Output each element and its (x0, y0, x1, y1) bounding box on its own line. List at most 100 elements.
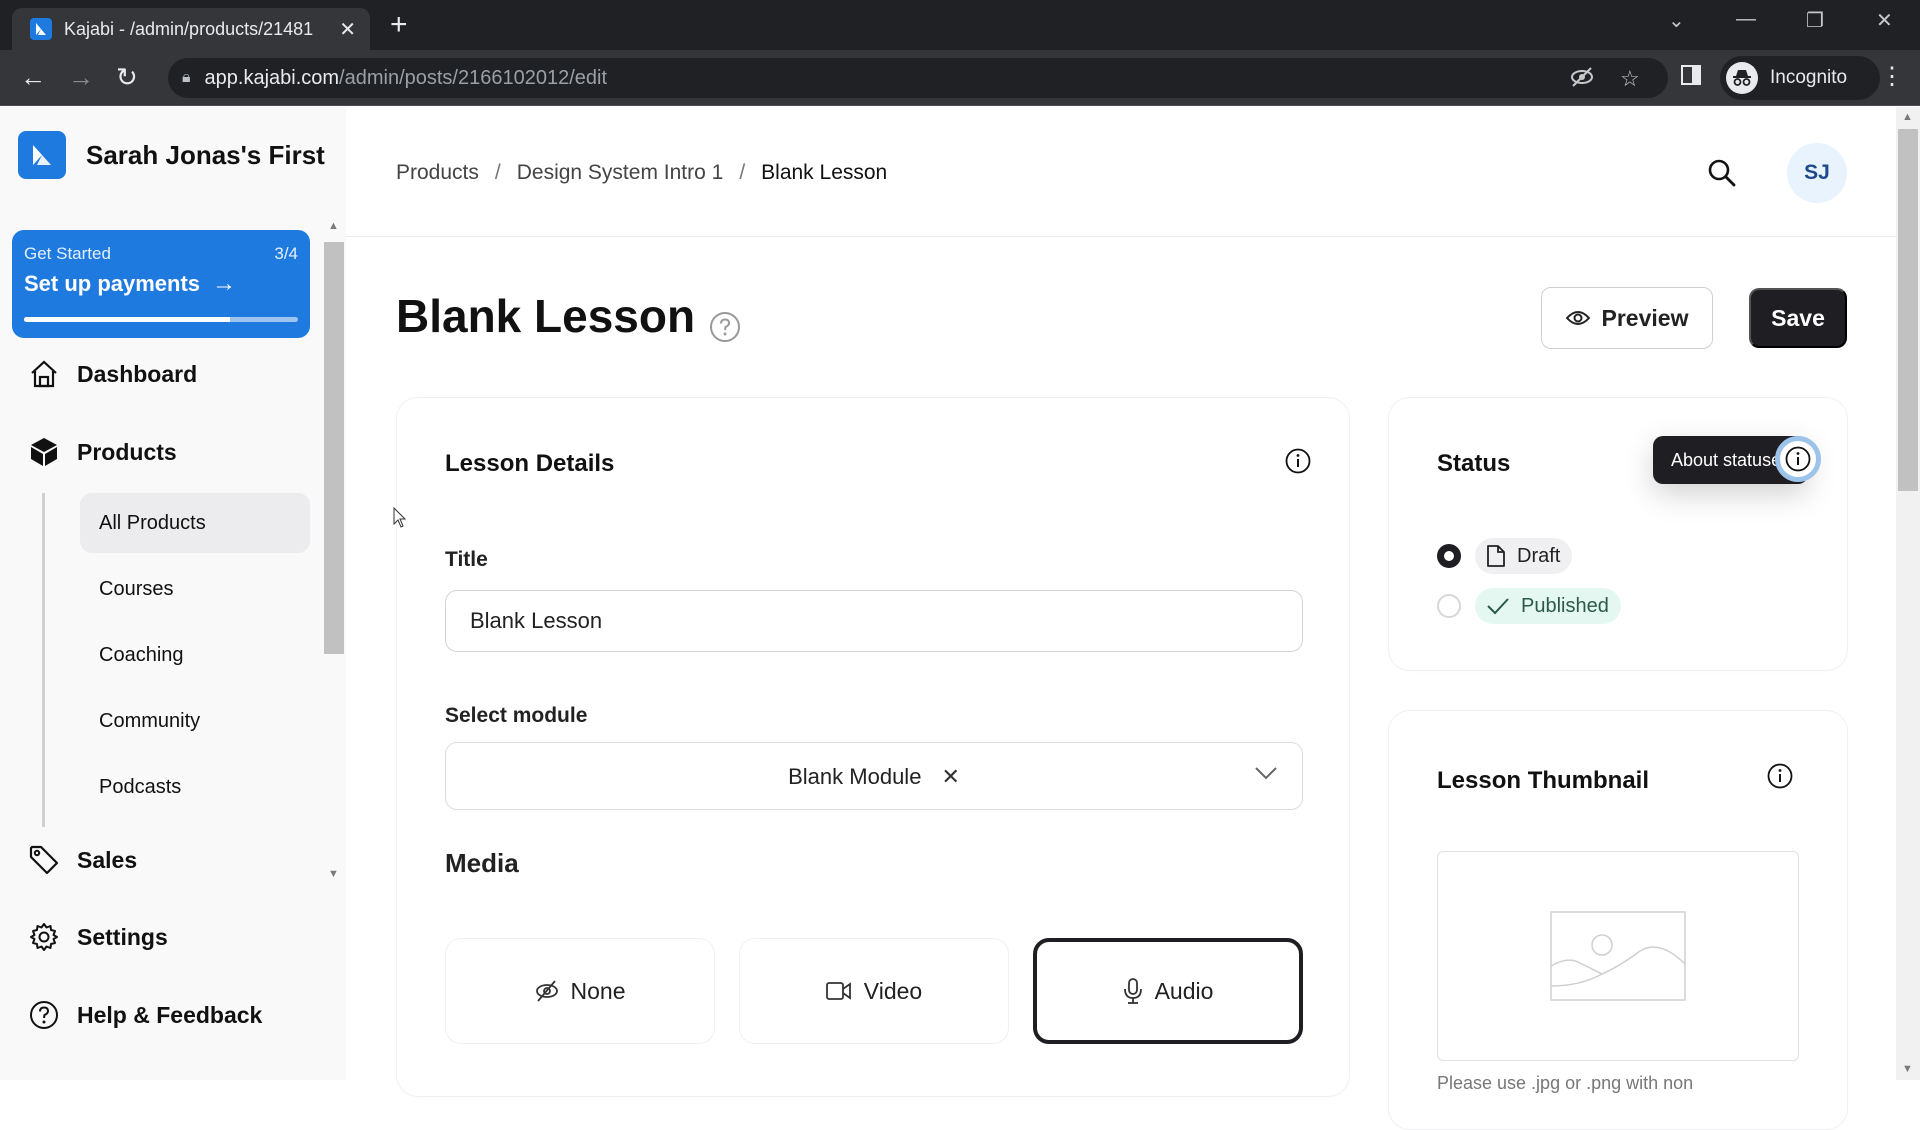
sidebar-item-sales[interactable]: Sales (28, 840, 137, 880)
tab-search-icon[interactable]: ⌄ (1668, 8, 1685, 33)
published-radio[interactable] (1437, 594, 1461, 618)
bookmark-star-icon[interactable]: ☆ (1620, 66, 1640, 92)
get-started-card[interactable]: Get Started 3/4 Set up payments → (12, 230, 310, 338)
tracking-protection-icon[interactable] (1570, 66, 1594, 94)
eye-icon (1565, 311, 1590, 325)
back-icon[interactable]: ← (20, 62, 46, 92)
module-label: Select module (445, 704, 588, 727)
close-window-icon[interactable]: ✕ (1876, 8, 1893, 33)
preview-button[interactable]: Preview (1541, 287, 1713, 349)
draft-label: Draft (1517, 544, 1561, 567)
chevron-down-icon[interactable] (1254, 765, 1278, 786)
draft-pill: Draft (1475, 538, 1573, 574)
top-bar: Products / Design System Intro 1 / Blank… (346, 107, 1896, 237)
published-pill: Published (1475, 588, 1621, 624)
clear-module-icon[interactable]: ✕ (941, 764, 959, 790)
incognito-label: Incognito (1770, 67, 1848, 88)
sidebar-item-dashboard[interactable]: Dashboard (28, 354, 197, 394)
image-placeholder-icon (1550, 911, 1686, 1001)
kajabi-favicon-icon (30, 18, 52, 40)
preview-label: Preview (1601, 304, 1689, 331)
status-option-draft[interactable]: Draft (1437, 538, 1573, 574)
get-started-title: Set up payments (24, 271, 201, 296)
arrow-right-icon: → (212, 270, 237, 297)
module-select[interactable]: Blank Module ✕ (445, 742, 1303, 810)
get-started-progress-fill (24, 317, 230, 322)
video-icon (825, 982, 851, 1000)
status-option-published[interactable]: Published (1437, 588, 1621, 624)
side-panel-icon[interactable] (1680, 64, 1702, 92)
lock-icon: 🔒︎ (182, 69, 191, 86)
status-info-icon[interactable] (1775, 436, 1821, 482)
sidebar: Sarah Jonas's First Get Started 3/4 Set … (0, 107, 346, 1080)
restore-icon[interactable]: ❐ (1806, 8, 1824, 33)
mouse-cursor-icon (393, 507, 407, 528)
sidebar-subitem-community[interactable]: Community (80, 691, 310, 751)
sidebar-item-products[interactable]: Products (28, 432, 177, 472)
tab-close-icon[interactable]: ✕ (339, 17, 356, 42)
draft-radio[interactable] (1437, 544, 1461, 568)
media-option-video[interactable]: Video (739, 938, 1009, 1044)
avatar[interactable]: SJ (1787, 143, 1847, 203)
sidebar-scroll-thumb[interactable] (324, 242, 344, 654)
incognito-profile-button[interactable]: Incognito (1720, 56, 1880, 100)
help-icon (28, 999, 60, 1031)
minimize-icon[interactable]: — (1736, 8, 1756, 31)
media-option-label: Audio (1154, 977, 1214, 1004)
scroll-up-icon[interactable]: ▲ (328, 220, 339, 232)
lesson-details-card: Lesson Details Title Blank Lesson Select… (396, 397, 1350, 1097)
sidebar-scrollbar[interactable]: ▲ ▼ (324, 220, 344, 880)
sidebar-item-settings[interactable]: Settings (28, 917, 168, 957)
site-name: Sarah Jonas's First (86, 139, 325, 170)
browser-menu-icon[interactable]: ⋮ (1880, 62, 1904, 92)
sidebar-subitem-courses[interactable]: Courses (80, 559, 310, 619)
breadcrumb: Products / Design System Intro 1 / Blank… (396, 161, 887, 185)
incognito-icon (1726, 62, 1758, 94)
page-scrollbar[interactable]: ▲ ▼ (1896, 107, 1920, 1080)
module-value: Blank Module (788, 764, 922, 789)
media-option-none[interactable]: None (445, 938, 715, 1044)
sidebar-label: Sales (77, 846, 138, 873)
info-icon[interactable] (1285, 448, 1311, 474)
home-icon (28, 358, 60, 390)
title-input[interactable]: Blank Lesson (445, 590, 1303, 652)
scroll-down-icon[interactable]: ▼ (1902, 1063, 1913, 1075)
breadcrumb-current: Blank Lesson (761, 161, 888, 184)
sidebar-label: Help & Feedback (77, 1001, 263, 1028)
question-circle-icon[interactable] (709, 300, 741, 342)
sidebar-subitem-podcasts[interactable]: Podcasts (80, 757, 310, 817)
sidebar-label: Products (77, 438, 177, 465)
main-content: Products / Design System Intro 1 / Blank… (346, 107, 1896, 1130)
breadcrumb-separator: / (494, 161, 501, 184)
gear-icon (28, 921, 60, 953)
forward-icon[interactable]: → (68, 62, 94, 92)
media-option-audio[interactable]: Audio (1033, 938, 1303, 1044)
scroll-down-icon[interactable]: ▼ (328, 868, 339, 880)
page-title: Blank Lesson (396, 290, 696, 342)
media-option-label: None (570, 977, 626, 1004)
new-tab-button[interactable]: + (390, 8, 408, 42)
tab-title: Kajabi - /admin/products/21481 (64, 18, 314, 39)
reload-icon[interactable]: ↻ (116, 62, 138, 92)
status-card: Status About statuses Draft Published (1388, 397, 1848, 671)
search-icon[interactable] (1706, 157, 1742, 193)
sidebar-label: Dashboard (77, 360, 198, 387)
breadcrumb-product[interactable]: Design System Intro 1 (517, 161, 724, 185)
brand[interactable]: Sarah Jonas's First (18, 131, 325, 179)
get-started-label: Get Started (24, 244, 111, 263)
submenu-guide-line (42, 493, 45, 827)
address-bar[interactable]: 🔒︎ app.kajabi.com/admin/posts/2166102012… (168, 58, 1668, 98)
sidebar-item-help[interactable]: Help & Feedback (28, 995, 262, 1035)
breadcrumb-products[interactable]: Products (396, 161, 479, 185)
page-scroll-thumb[interactable] (1898, 129, 1918, 491)
microphone-icon (1123, 978, 1142, 1004)
browser-toolbar: ← → ↻ 🔒︎ app.kajabi.com/admin/posts/2166… (0, 50, 1920, 106)
scroll-up-icon[interactable]: ▲ (1902, 111, 1913, 123)
thumbnail-info-icon[interactable] (1767, 763, 1793, 789)
sidebar-label: Settings (77, 923, 168, 950)
save-button[interactable]: Save (1749, 288, 1847, 348)
sidebar-subitem-all-products[interactable]: All Products (80, 493, 310, 553)
sidebar-subitem-coaching[interactable]: Coaching (80, 625, 310, 685)
browser-tab[interactable]: Kajabi - /admin/products/21481 ✕ (12, 8, 370, 50)
thumbnail-dropzone[interactable] (1437, 851, 1799, 1061)
